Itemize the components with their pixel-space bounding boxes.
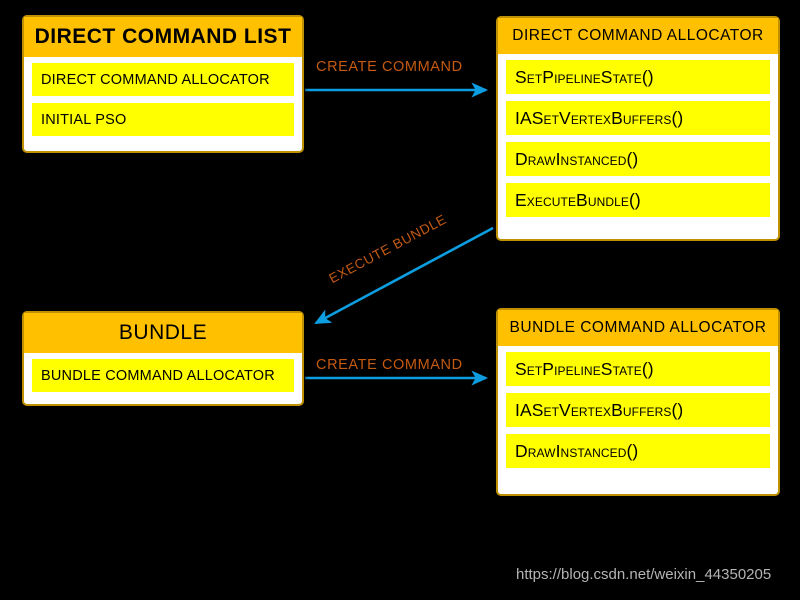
arrow-label-create-command-bottom: CREATE COMMAND xyxy=(316,357,463,373)
list-item[interactable]: INITIAL PSO xyxy=(32,103,294,136)
box-direct-command-allocator[interactable]: DIRECT COMMAND ALLOCATOR SetPipelineStat… xyxy=(496,16,780,241)
box-bundle-title: BUNDLE xyxy=(24,313,302,353)
box-direct-command-allocator-title: DIRECT COMMAND ALLOCATOR xyxy=(498,18,778,54)
box-bundle-command-allocator-body: SetPipelineState() IASetVertexBuffers() … xyxy=(498,346,778,476)
box-bundle[interactable]: BUNDLE BUNDLE COMMAND ALLOCATOR xyxy=(22,311,304,406)
list-item[interactable]: SetPipelineState() xyxy=(506,60,770,94)
arrow-label-execute-bundle: EXECUTE BUNDLE xyxy=(326,211,449,287)
box-direct-command-allocator-body: SetPipelineState() IASetVertexBuffers() … xyxy=(498,54,778,225)
box-direct-command-list-body: DIRECT COMMAND ALLOCATOR INITIAL PSO xyxy=(24,57,302,144)
watermark: https://blog.csdn.net/weixin_44350205 xyxy=(516,566,772,583)
arrow-label-create-command-top: CREATE COMMAND xyxy=(316,59,463,75)
list-item[interactable]: SetPipelineState() xyxy=(506,352,770,386)
box-direct-command-list-title: DIRECT COMMAND LIST xyxy=(24,17,302,57)
box-bundle-command-allocator-title: BUNDLE COMMAND ALLOCATOR xyxy=(498,310,778,346)
list-item[interactable]: DrawInstanced() xyxy=(506,434,770,468)
list-item[interactable]: IASetVertexBuffers() xyxy=(506,101,770,135)
box-bundle-body: BUNDLE COMMAND ALLOCATOR xyxy=(24,353,302,400)
box-direct-command-list[interactable]: DIRECT COMMAND LIST DIRECT COMMAND ALLOC… xyxy=(22,15,304,153)
box-bundle-command-allocator[interactable]: BUNDLE COMMAND ALLOCATOR SetPipelineStat… xyxy=(496,308,780,496)
list-item[interactable]: BUNDLE COMMAND ALLOCATOR xyxy=(32,359,294,392)
diagram-canvas: DIRECT COMMAND LIST DIRECT COMMAND ALLOC… xyxy=(0,0,800,600)
list-item[interactable]: ExecuteBundle() xyxy=(506,183,770,217)
list-item[interactable]: DrawInstanced() xyxy=(506,142,770,176)
list-item[interactable]: IASetVertexBuffers() xyxy=(506,393,770,427)
list-item[interactable]: DIRECT COMMAND ALLOCATOR xyxy=(32,63,294,96)
